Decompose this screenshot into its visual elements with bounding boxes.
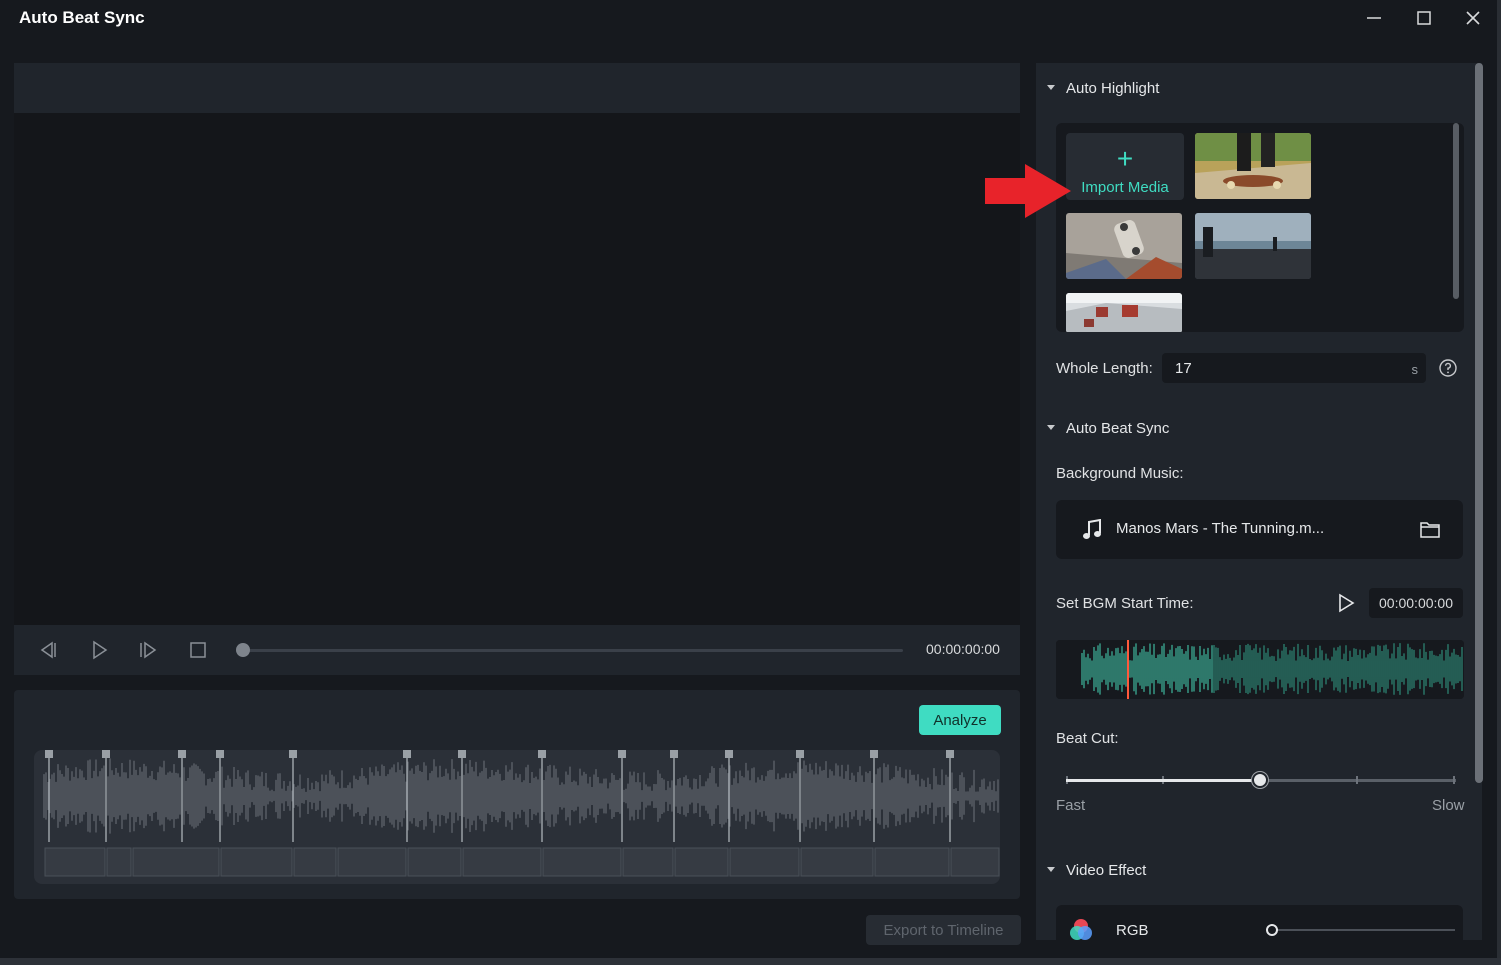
beat-marker-handle[interactable]	[403, 750, 411, 758]
beat-marker-handle[interactable]	[725, 750, 733, 758]
rgb-effect-label: RGB	[1116, 922, 1149, 939]
beat-segment[interactable]	[293, 847, 337, 877]
window-border	[1497, 0, 1501, 965]
media-library: + Import Media	[1056, 123, 1464, 332]
play-icon[interactable]	[88, 639, 110, 661]
window-bottom-edge	[0, 958, 1501, 965]
rgb-effect-row[interactable]: RGB	[1056, 905, 1463, 940]
media-thumbnail[interactable]	[1066, 293, 1182, 332]
minimize-button[interactable]	[1354, 4, 1394, 32]
maximize-button[interactable]	[1404, 4, 1444, 32]
minimize-icon	[1367, 17, 1381, 19]
rgb-effect-slider-handle[interactable]	[1266, 924, 1278, 936]
beat-cut-slider-handle[interactable]	[1252, 772, 1268, 788]
settings-panel: Auto Highlight + Import Media Whole Leng…	[1036, 63, 1482, 940]
beat-segment[interactable]	[106, 847, 132, 877]
stop-icon[interactable]	[187, 639, 209, 661]
beat-segment[interactable]	[132, 847, 220, 877]
whole-length-input[interactable]: 17 s	[1162, 353, 1426, 383]
bgm-start-time-input[interactable]: 00:00:00:00	[1369, 588, 1463, 618]
auto-highlight-title[interactable]: Auto Highlight	[1066, 80, 1159, 97]
beat-marker-handle[interactable]	[946, 750, 954, 758]
beat-cut-slider-fill	[1066, 779, 1260, 782]
beat-marker-handle[interactable]	[796, 750, 804, 758]
seek-bar[interactable]	[243, 649, 903, 652]
seek-handle[interactable]	[236, 643, 250, 657]
music-note-icon	[1083, 519, 1101, 539]
background-music-label: Background Music:	[1056, 465, 1184, 482]
beat-waveform	[34, 750, 1000, 884]
rgb-effect-icon	[1070, 919, 1092, 940]
auto-beat-sync-title[interactable]: Auto Beat Sync	[1066, 420, 1169, 437]
slider-tick	[1453, 776, 1455, 784]
collapse-caret-icon[interactable]	[1047, 85, 1055, 90]
beat-segment[interactable]	[407, 847, 462, 877]
collapse-caret-icon[interactable]	[1047, 867, 1055, 872]
beat-segment[interactable]	[44, 847, 106, 877]
player-controls: 00:00:00:00	[14, 625, 1020, 675]
annotation-arrow-icon	[985, 164, 1071, 218]
play-icon[interactable]	[1337, 593, 1355, 613]
player-time: 00:00:00:00	[926, 641, 1000, 657]
bgm-waveform-svg	[1056, 640, 1464, 699]
media-thumbnail[interactable]	[1195, 213, 1311, 279]
close-button[interactable]	[1453, 4, 1493, 32]
slow-label: Slow	[1432, 797, 1465, 814]
folder-icon[interactable]	[1420, 521, 1440, 538]
beat-segment[interactable]	[462, 847, 542, 877]
whole-length-unit: s	[1411, 362, 1419, 377]
beat-marker-handle[interactable]	[870, 750, 878, 758]
beat-segment[interactable]	[729, 847, 800, 877]
beat-marker-handle[interactable]	[45, 750, 53, 758]
beat-marker-handle[interactable]	[670, 750, 678, 758]
help-icon[interactable]	[1438, 358, 1458, 378]
close-icon	[1466, 11, 1480, 25]
beat-segment[interactable]	[542, 847, 622, 877]
settings-scrollbar[interactable]	[1475, 63, 1483, 783]
whole-length-value: 17	[1175, 360, 1192, 377]
next-frame-icon[interactable]	[138, 639, 160, 661]
background-music-field[interactable]: Manos Mars - The Tunning.m...	[1056, 500, 1463, 559]
beat-marker-handle[interactable]	[289, 750, 297, 758]
bgm-start-label: Set BGM Start Time:	[1056, 595, 1194, 612]
analyze-button[interactable]: Analyze	[919, 705, 1001, 735]
media-thumbnail[interactable]	[1195, 133, 1311, 199]
beat-marker-handle[interactable]	[618, 750, 626, 758]
beat-segment[interactable]	[674, 847, 729, 877]
beat-analysis-panel: Analyze	[14, 690, 1020, 899]
beat-marker-handle[interactable]	[458, 750, 466, 758]
window-title: Auto Beat Sync	[19, 8, 145, 27]
maximize-icon	[1417, 11, 1431, 25]
beat-segment[interactable]	[950, 847, 1000, 877]
beat-marker-handle[interactable]	[538, 750, 546, 758]
preview-header	[14, 63, 1020, 113]
plus-icon: +	[1116, 143, 1134, 174]
video-effect-title[interactable]: Video Effect	[1066, 862, 1146, 879]
beat-waveform-svg	[43, 750, 1000, 877]
beat-segment[interactable]	[800, 847, 874, 877]
import-media-button[interactable]: + Import Media	[1066, 133, 1184, 200]
beat-marker-handle[interactable]	[178, 750, 186, 758]
beat-segment[interactable]	[337, 847, 407, 877]
bgm-waveform[interactable]	[1056, 640, 1464, 699]
title-bar: Auto Beat Sync	[0, 0, 1501, 40]
fast-label: Fast	[1056, 797, 1086, 814]
beat-segment[interactable]	[874, 847, 950, 877]
beat-segment[interactable]	[220, 847, 293, 877]
media-scrollbar[interactable]	[1453, 123, 1459, 299]
export-to-timeline-button[interactable]: Export to Timeline	[866, 915, 1021, 945]
prev-frame-icon[interactable]	[36, 639, 58, 661]
collapse-caret-icon[interactable]	[1047, 425, 1055, 430]
beat-cut-label: Beat Cut:	[1056, 730, 1119, 747]
whole-length-label: Whole Length:	[1056, 360, 1153, 377]
video-preview: 00:00:00:00	[14, 63, 1020, 675]
beat-marker-handle[interactable]	[216, 750, 224, 758]
import-media-label: Import Media	[1081, 179, 1169, 196]
rgb-effect-slider-track[interactable]	[1271, 929, 1455, 931]
beat-marker-handle[interactable]	[102, 750, 110, 758]
music-file-name: Manos Mars - The Tunning.m...	[1116, 520, 1325, 537]
media-thumbnail[interactable]	[1066, 213, 1182, 279]
slider-tick	[1356, 776, 1358, 784]
beat-segment[interactable]	[622, 847, 674, 877]
